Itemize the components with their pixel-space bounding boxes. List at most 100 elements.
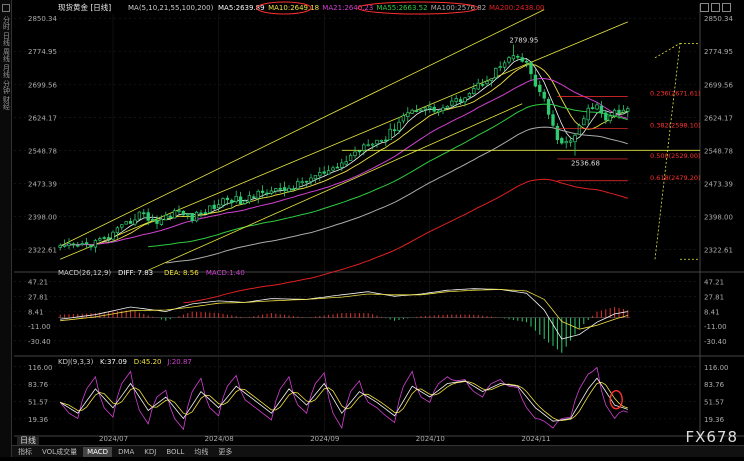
candle-body	[568, 140, 573, 143]
chart-canvas: 2789.95 2536.68 0.236(2671.61) 0.382(2598.1…	[0, 0, 744, 457]
close-icon[interactable]	[722, 3, 731, 12]
minimize-icon[interactable]	[700, 3, 709, 12]
candle-body	[348, 154, 353, 161]
y-tick-left: -30.40	[28, 338, 51, 346]
candle-body	[507, 57, 511, 63]
legend-entry: MACD:1.40	[206, 269, 245, 277]
kdj-indicator-label: KDJ(9,3,3)	[58, 358, 94, 366]
candle-body	[445, 105, 450, 109]
candle-body	[309, 177, 313, 182]
y-tick-left: 2322.61	[28, 246, 57, 254]
y-tick-right: 51.57	[704, 399, 724, 407]
y-tick-right: 2322.61	[704, 246, 733, 254]
legend-entry: DIFF: 7.83	[118, 269, 153, 277]
candle-body	[516, 55, 520, 58]
tab-1[interactable]: VOL成交量	[38, 447, 81, 457]
macd-panel	[58, 288, 630, 353]
candle-body	[533, 74, 538, 87]
candle-body	[304, 180, 309, 183]
left-toolbar: 分时 日线 周线 月线 分钟 财经	[0, 0, 12, 457]
y-tick-right: 2548.78	[704, 147, 733, 155]
candle-body	[419, 109, 423, 112]
legend-entry: DEA: 8.56	[164, 269, 199, 277]
candle-body	[384, 139, 388, 142]
candle-body	[529, 62, 533, 75]
candle-body	[485, 80, 489, 85]
candle-body	[388, 128, 392, 141]
candle-body	[331, 167, 335, 171]
y-tick-left: 8.41	[28, 308, 44, 316]
sidebar-item-4[interactable]: 分钟	[1, 80, 11, 94]
x-tick-label: 2024/11	[521, 435, 550, 443]
sidebar-item-0[interactable]: 分时	[1, 16, 11, 30]
candle-body	[146, 212, 150, 221]
price-annotation: 2536.68	[571, 160, 600, 168]
candle-body	[252, 196, 256, 199]
price-panel: 2789.95 2536.68 0.236(2671.61) 0.382(2598.1…	[58, 9, 701, 304]
candle-body	[234, 195, 238, 202]
candle-body	[458, 99, 463, 103]
y-tick-right: 116.00	[704, 364, 729, 372]
candle-body	[432, 106, 436, 112]
candle-body	[115, 227, 120, 234]
menu-icon[interactable]	[1, 4, 10, 12]
sidebar-item-3[interactable]: 月线	[1, 64, 11, 78]
watermark-logo: FX678	[685, 428, 738, 446]
candle-body	[502, 62, 507, 68]
candle-body	[524, 60, 529, 63]
candle-body	[436, 110, 441, 113]
y-tick-right: 2398.00	[704, 213, 733, 221]
candle-body	[617, 109, 621, 114]
tab-6[interactable]: 均线	[190, 447, 212, 457]
candle-body	[194, 211, 199, 222]
candle-body	[137, 211, 142, 220]
candle-body	[159, 218, 164, 225]
tab-4[interactable]: KDJ	[140, 447, 160, 457]
candle-body	[511, 55, 516, 60]
sidebar-item-2[interactable]: 周线	[1, 48, 11, 62]
candle-body	[287, 187, 291, 192]
tab-7[interactable]: 更多	[214, 447, 236, 457]
candle-body	[71, 243, 76, 246]
kdj-panel	[59, 366, 628, 431]
candle-body	[278, 187, 282, 190]
sidebar-item-1[interactable]: 日线	[1, 32, 11, 46]
tab-3[interactable]: DMA	[114, 447, 138, 457]
candle-body	[353, 151, 357, 156]
tab-5[interactable]: BOLL	[162, 447, 188, 457]
candle-body	[76, 244, 80, 247]
x-tick-label: 2024/07	[99, 435, 128, 443]
candle-body	[608, 115, 612, 122]
candle-body	[186, 213, 190, 216]
candle-body	[520, 57, 524, 62]
candle-body	[128, 221, 133, 224]
candle-body	[111, 231, 115, 240]
candle-body	[577, 125, 582, 135]
candle-body	[410, 109, 414, 114]
legend-entry: D:45.20	[134, 358, 162, 366]
sidebar-item-5[interactable]: 财经	[1, 96, 11, 110]
tab-0[interactable]: 指标	[14, 447, 36, 457]
restore-icon[interactable]	[711, 3, 720, 12]
candle-body	[313, 175, 318, 180]
candle-body	[582, 118, 586, 126]
y-tick-right: 2699.56	[704, 81, 733, 89]
candle-body	[150, 218, 155, 221]
tab-2[interactable]: MACD	[83, 446, 113, 457]
candle-body	[397, 121, 401, 131]
candle-body	[498, 66, 502, 68]
candle-body	[296, 180, 300, 189]
y-tick-left: -11.00	[28, 323, 51, 331]
candle-body	[221, 198, 225, 206]
y-tick-right: -11.00	[704, 323, 727, 331]
candle-body	[542, 91, 546, 99]
candle-body	[155, 219, 159, 224]
legend-entry: J:20.87	[166, 358, 191, 366]
y-tick-right: 27.81	[704, 293, 724, 301]
y-tick-right: 47.21	[704, 279, 724, 287]
axis-layer: 2850.34 2850.34 2774.95 2774.95 2699.56 2699.…	[28, 15, 733, 443]
y-tick-left: 2699.56	[28, 81, 57, 89]
price-annotation: 2789.95	[509, 37, 538, 45]
candle-body	[208, 205, 212, 213]
candle-body	[256, 190, 260, 199]
